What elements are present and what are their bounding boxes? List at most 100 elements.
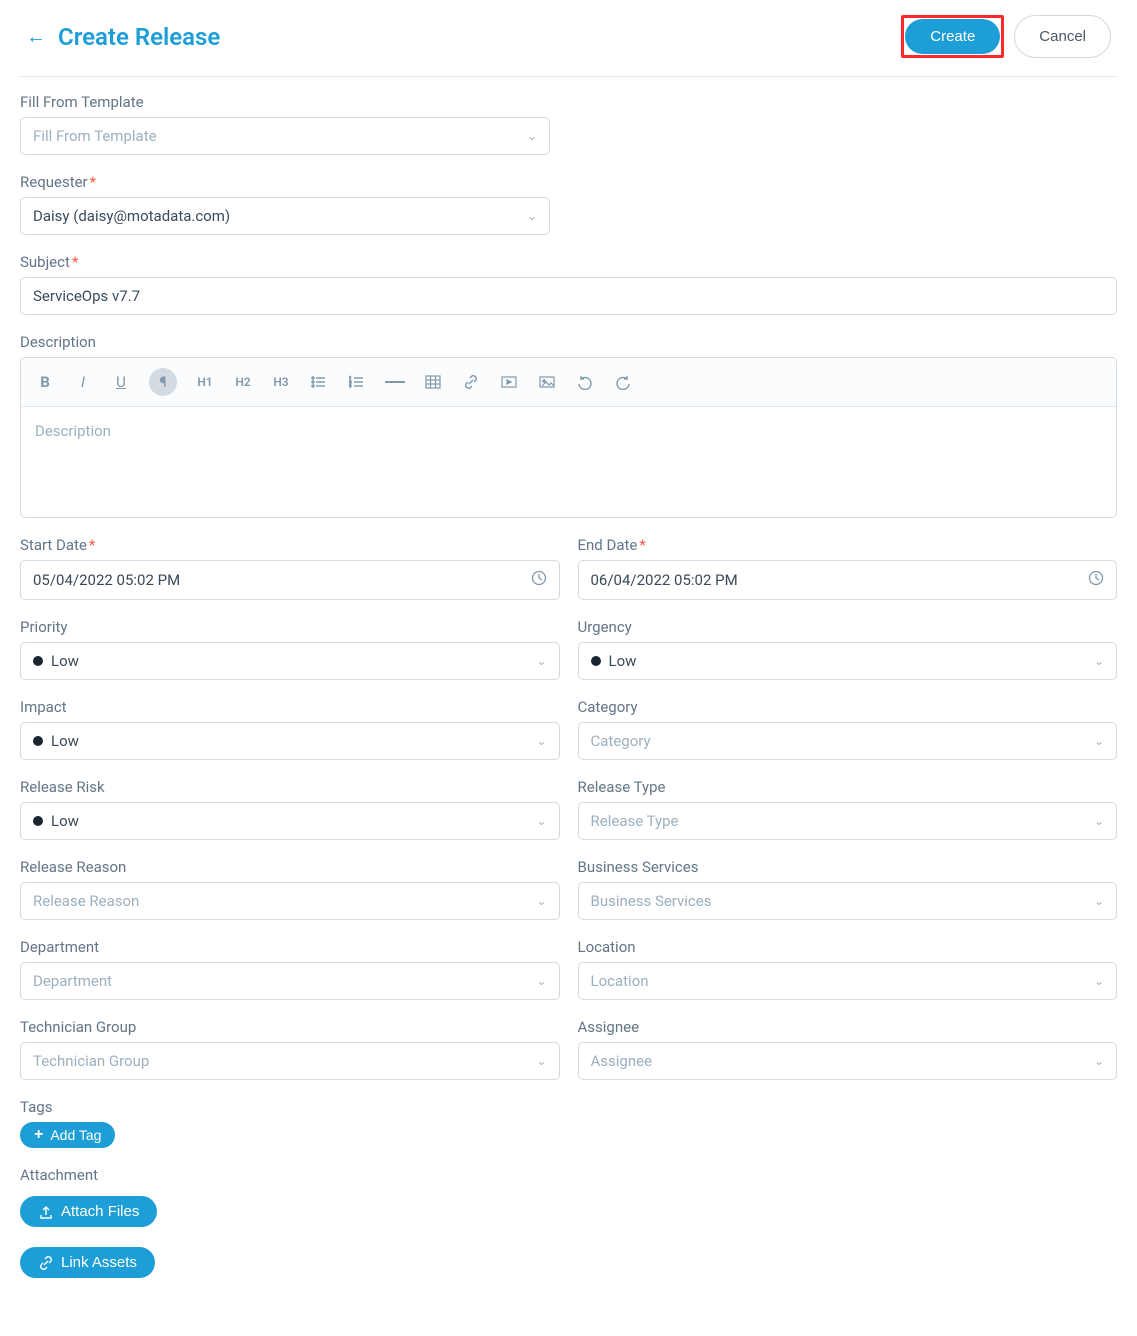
- end-date-input[interactable]: 06/04/2022 05:02 PM: [578, 560, 1118, 600]
- description-editor: B I U ¶ H1 H2 H3 123: [20, 357, 1117, 518]
- link-assets-label: Link Assets: [61, 1254, 137, 1271]
- priority-value: Low: [51, 652, 79, 670]
- unordered-list-icon[interactable]: [309, 372, 329, 392]
- link-assets-button[interactable]: Link Assets: [20, 1247, 155, 1278]
- svg-text:3: 3: [349, 383, 351, 388]
- chevron-down-icon: ⌄: [536, 654, 546, 668]
- end-date-label: End Date*: [578, 536, 1118, 554]
- end-date-value: 06/04/2022 05:02 PM: [591, 571, 738, 589]
- chevron-down-icon: ⌄: [1094, 1054, 1104, 1068]
- add-tag-button[interactable]: + Add Tag: [20, 1122, 115, 1148]
- release-reason-select[interactable]: Release Reason ⌄: [20, 882, 560, 920]
- paragraph-icon[interactable]: ¶: [149, 368, 177, 396]
- fill-template-select[interactable]: Fill From Template ⌄: [20, 117, 550, 155]
- release-risk-label: Release Risk: [20, 778, 560, 796]
- impact-dot-icon: [33, 736, 43, 746]
- risk-dot-icon: [33, 816, 43, 826]
- business-services-select[interactable]: Business Services ⌄: [578, 882, 1118, 920]
- fill-template-label: Fill From Template: [20, 93, 550, 111]
- chevron-down-icon: ⌄: [1094, 814, 1104, 828]
- chevron-down-icon: ⌄: [536, 814, 546, 828]
- assignee-select[interactable]: Assignee ⌄: [578, 1042, 1118, 1080]
- requester-value: Daisy (daisy@motadata.com): [33, 207, 230, 225]
- business-services-label: Business Services: [578, 858, 1118, 876]
- video-icon[interactable]: [499, 372, 519, 392]
- release-reason-label: Release Reason: [20, 858, 560, 876]
- italic-icon[interactable]: I: [73, 372, 93, 392]
- impact-value: Low: [51, 732, 79, 750]
- release-type-select[interactable]: Release Type ⌄: [578, 802, 1118, 840]
- add-tag-label: Add Tag: [50, 1127, 101, 1143]
- back-arrow-icon[interactable]: ←: [26, 24, 46, 49]
- redo-icon[interactable]: [613, 372, 633, 392]
- urgency-select[interactable]: Low ⌄: [578, 642, 1118, 680]
- h3-button[interactable]: H3: [271, 372, 291, 392]
- h1-button[interactable]: H1: [195, 372, 215, 392]
- attachment-label: Attachment: [20, 1166, 1117, 1184]
- subject-input[interactable]: ServiceOps v7.7: [20, 277, 1117, 315]
- h2-button[interactable]: H2: [233, 372, 253, 392]
- description-textarea[interactable]: Description: [21, 407, 1116, 517]
- create-highlight-box: Create: [901, 15, 1004, 58]
- start-date-input[interactable]: 05/04/2022 05:02 PM: [20, 560, 560, 600]
- technician-group-select[interactable]: Technician Group ⌄: [20, 1042, 560, 1080]
- location-select[interactable]: Location ⌄: [578, 962, 1118, 1000]
- release-risk-value: Low: [51, 812, 79, 830]
- page-header: ← Create Release Create Cancel: [20, 0, 1117, 77]
- technician-group-label: Technician Group: [20, 1018, 560, 1036]
- rte-toolbar: B I U ¶ H1 H2 H3 123: [21, 358, 1116, 407]
- subject-value: ServiceOps v7.7: [33, 287, 140, 305]
- upload-icon: [38, 1204, 54, 1220]
- table-icon[interactable]: [423, 372, 443, 392]
- chevron-down-icon: ⌄: [527, 129, 537, 143]
- hr-icon[interactable]: [385, 372, 405, 392]
- assignee-placeholder: Assignee: [591, 1052, 653, 1070]
- clock-icon: [531, 570, 547, 590]
- plus-icon: +: [34, 1126, 43, 1144]
- start-date-label: Start Date*: [20, 536, 560, 554]
- chevron-down-icon: ⌄: [1094, 734, 1104, 748]
- chevron-down-icon: ⌄: [536, 1054, 546, 1068]
- priority-dot-icon: [33, 656, 43, 666]
- category-label: Category: [578, 698, 1118, 716]
- undo-icon[interactable]: [575, 372, 595, 392]
- image-icon[interactable]: [537, 372, 557, 392]
- fill-template-placeholder: Fill From Template: [33, 127, 157, 145]
- urgency-value: Low: [609, 652, 637, 670]
- tags-label: Tags: [20, 1098, 1117, 1116]
- priority-select[interactable]: Low ⌄: [20, 642, 560, 680]
- urgency-dot-icon: [591, 656, 601, 666]
- impact-label: Impact: [20, 698, 560, 716]
- release-type-placeholder: Release Type: [591, 812, 679, 830]
- release-reason-placeholder: Release Reason: [33, 892, 139, 910]
- link-icon: [38, 1255, 54, 1271]
- link-icon[interactable]: [461, 372, 481, 392]
- description-label: Description: [20, 333, 1117, 351]
- chevron-down-icon: ⌄: [527, 209, 537, 223]
- chevron-down-icon: ⌄: [536, 894, 546, 908]
- technician-group-placeholder: Technician Group: [33, 1052, 149, 1070]
- urgency-label: Urgency: [578, 618, 1118, 636]
- category-placeholder: Category: [591, 732, 651, 750]
- attach-files-button[interactable]: Attach Files: [20, 1196, 157, 1227]
- attach-files-label: Attach Files: [61, 1203, 139, 1220]
- bold-icon[interactable]: B: [35, 372, 55, 392]
- priority-label: Priority: [20, 618, 560, 636]
- requester-select[interactable]: Daisy (daisy@motadata.com) ⌄: [20, 197, 550, 235]
- subject-label: Subject*: [20, 253, 1117, 271]
- release-risk-select[interactable]: Low ⌄: [20, 802, 560, 840]
- create-button[interactable]: Create: [905, 19, 1000, 54]
- release-type-label: Release Type: [578, 778, 1118, 796]
- department-select[interactable]: Department ⌄: [20, 962, 560, 1000]
- cancel-button[interactable]: Cancel: [1014, 15, 1111, 58]
- category-select[interactable]: Category ⌄: [578, 722, 1118, 760]
- assignee-label: Assignee: [578, 1018, 1118, 1036]
- chevron-down-icon: ⌄: [536, 974, 546, 988]
- description-placeholder: Description: [35, 422, 111, 440]
- ordered-list-icon[interactable]: 123: [347, 372, 367, 392]
- underline-icon[interactable]: U: [111, 372, 131, 392]
- chevron-down-icon: ⌄: [1094, 894, 1104, 908]
- requester-label: Requester*: [20, 173, 550, 191]
- impact-select[interactable]: Low ⌄: [20, 722, 560, 760]
- chevron-down-icon: ⌄: [1094, 974, 1104, 988]
